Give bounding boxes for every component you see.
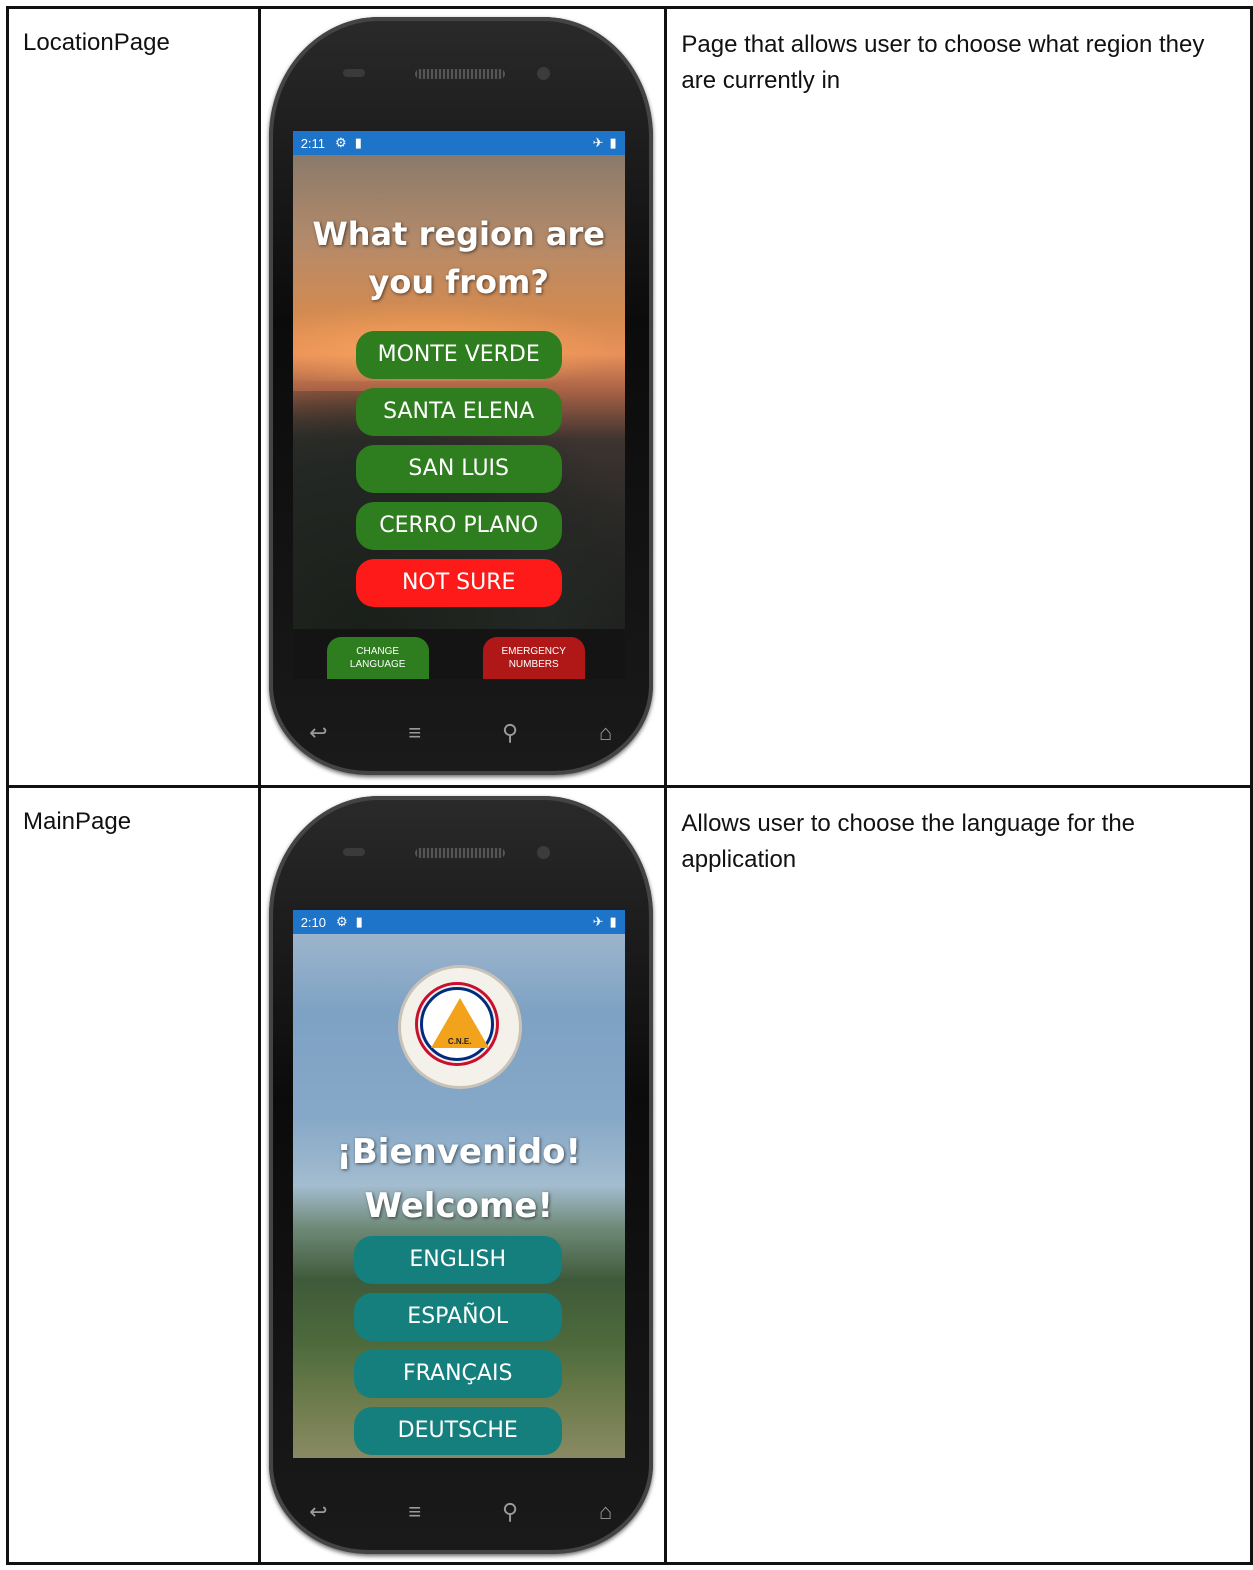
airplane-icon: ✈	[592, 914, 604, 929]
cne-logo: C.N.E.	[400, 968, 519, 1086]
screenshot-cell: 2:11 ⚙ ▮ ✈ ▮ What region are you from? M…	[257, 6, 668, 788]
welcome-heading-spanish: ¡Bienvenido!	[336, 1132, 582, 1172]
description-cell: Allows user to choose the language for t…	[664, 785, 1253, 1565]
home-icon[interactable]: ⌂	[599, 720, 612, 746]
status-time: 2:10	[300, 914, 327, 930]
table-row: MainPage 2:10 ⚙ ▮ ✈ ▮ C.N.E. ¡Bienvenido…	[6, 785, 1253, 1565]
francais-button[interactable]: FRANÇAIS	[353, 1350, 562, 1398]
search-icon[interactable]: ⚲	[502, 1499, 518, 1525]
page-description: Allows user to choose the language for t…	[681, 810, 1136, 873]
menu-icon[interactable]: ≡	[408, 720, 421, 746]
navigation-bar: ↩ ≡ ⚲ ⌂	[269, 691, 653, 775]
earpiece-speaker	[414, 69, 505, 79]
status-bar: 2:11 ⚙ ▮ ✈ ▮	[292, 131, 625, 155]
monte-verde-button[interactable]: MONTE VERDE	[355, 331, 562, 379]
sd-card-icon: ▮	[354, 135, 362, 150]
logo-text: C.N.E.	[447, 1037, 472, 1046]
santa-elena-button[interactable]: SANTA ELENA	[355, 388, 562, 436]
emergency-numbers-button[interactable]: EMERGENCY NUMBERS	[482, 637, 585, 679]
san-luis-button[interactable]: SAN LUIS	[355, 445, 562, 493]
description-cell: Page that allows user to choose what reg…	[664, 6, 1253, 788]
phone-frame: 2:10 ⚙ ▮ ✈ ▮ C.N.E. ¡Bienvenido! Welcome…	[268, 796, 653, 1554]
label-cell: LocationPage	[6, 6, 261, 788]
front-camera	[536, 846, 550, 859]
cerro-plano-button[interactable]: CERRO PLANO	[355, 502, 562, 550]
document-table: LocationPage 2:11 ⚙ ▮ ✈ ▮ What region ar…	[6, 6, 1253, 1565]
gear-icon: ⚙	[336, 914, 348, 929]
page-label: MainPage	[23, 808, 132, 835]
change-language-label-1: CHANGE	[356, 646, 400, 657]
front-camera	[536, 67, 550, 80]
page-label: LocationPage	[23, 29, 170, 56]
page-description: Page that allows user to choose what reg…	[681, 31, 1205, 94]
airplane-icon: ✈	[592, 135, 604, 150]
welcome-heading-english: Welcome!	[364, 1186, 553, 1226]
table-row: LocationPage 2:11 ⚙ ▮ ✈ ▮ What region ar…	[6, 6, 1253, 788]
emergency-numbers-label-2: NUMBERS	[508, 659, 559, 670]
phone-screen: 2:11 ⚙ ▮ ✈ ▮ What region are you from? M…	[292, 131, 625, 679]
back-icon[interactable]: ↩	[309, 720, 327, 746]
footer-bar: CHANGE LANGUAGE EMERGENCY NUMBERS	[292, 629, 625, 679]
search-icon[interactable]: ⚲	[502, 720, 518, 746]
status-time: 2:11	[300, 135, 326, 151]
status-bar: 2:10 ⚙ ▮ ✈ ▮	[292, 910, 625, 934]
navigation-bar: ↩ ≡ ⚲ ⌂	[269, 1470, 653, 1554]
menu-icon[interactable]: ≡	[408, 1499, 421, 1525]
battery-icon: ▮	[609, 914, 617, 929]
emergency-numbers-label-1: EMERGENCY	[501, 646, 566, 657]
battery-icon: ▮	[609, 135, 617, 150]
home-icon[interactable]: ⌂	[599, 1499, 612, 1525]
page-heading-line2: you from?	[368, 263, 549, 301]
back-icon[interactable]: ↩	[309, 1499, 327, 1525]
phone-screen: 2:10 ⚙ ▮ ✈ ▮ C.N.E. ¡Bienvenido! Welcome…	[292, 910, 625, 1458]
earpiece-speaker	[414, 848, 505, 858]
english-button[interactable]: ENGLISH	[353, 1236, 562, 1284]
change-language-label-2: LANGUAGE	[349, 659, 406, 670]
page-heading-line1: What region are	[312, 215, 605, 253]
phone-frame: 2:11 ⚙ ▮ ✈ ▮ What region are you from? M…	[268, 17, 653, 775]
sensor-dots	[342, 848, 365, 856]
label-cell: MainPage	[6, 785, 261, 1565]
sensor-dots	[342, 69, 365, 77]
deutsche-button[interactable]: DEUTSCHE	[353, 1407, 562, 1455]
not-sure-button[interactable]: NOT SURE	[355, 559, 562, 607]
change-language-button[interactable]: CHANGE LANGUAGE	[326, 637, 429, 679]
espanol-button[interactable]: ESPAÑOL	[353, 1293, 562, 1341]
sd-card-icon: ▮	[355, 914, 363, 929]
screenshot-cell: 2:10 ⚙ ▮ ✈ ▮ C.N.E. ¡Bienvenido! Welcome…	[257, 785, 668, 1565]
gear-icon: ⚙	[335, 135, 347, 150]
